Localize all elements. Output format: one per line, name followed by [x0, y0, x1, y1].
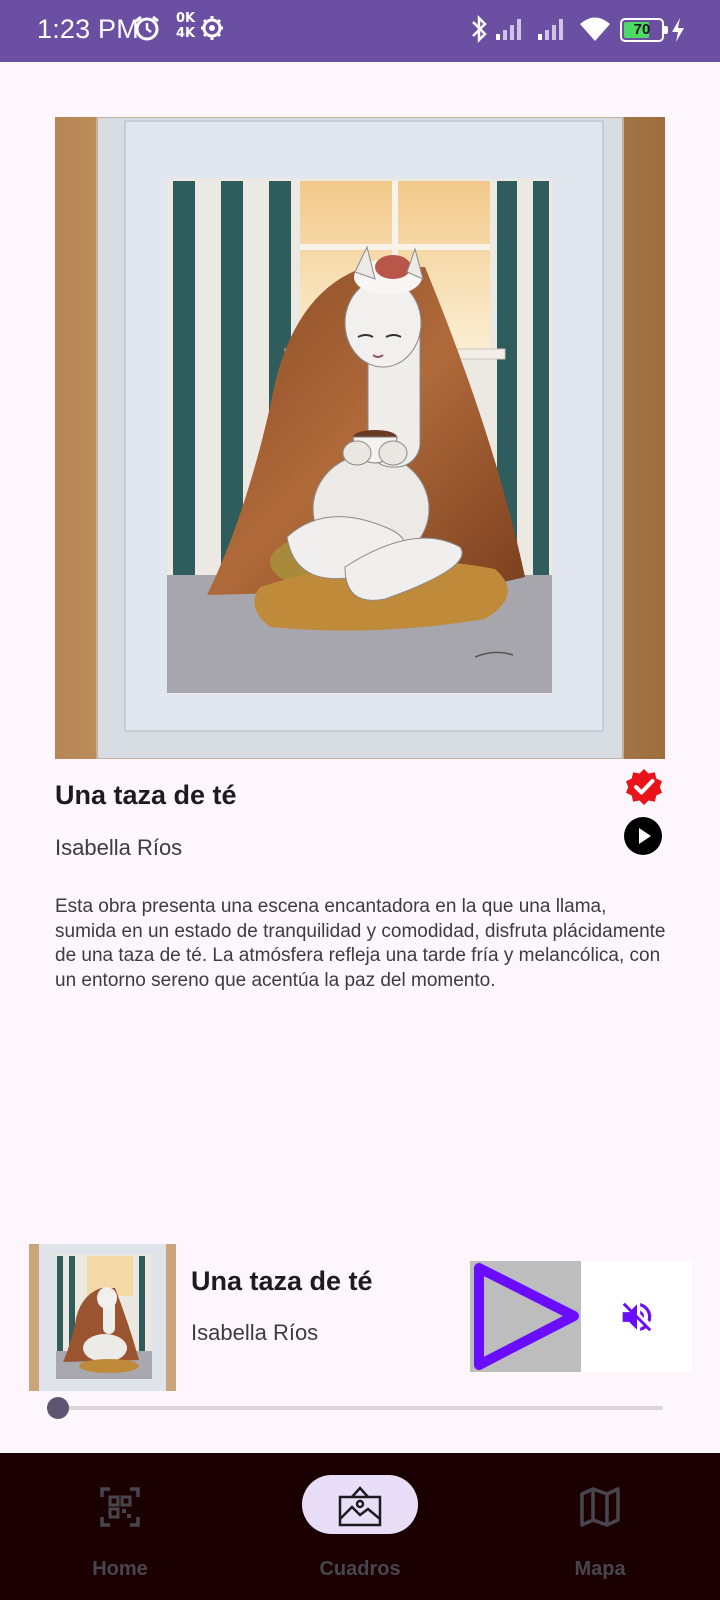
player-artist: Isabella Ríos	[191, 1320, 319, 1345]
bottom-navigation: Home Cuadros Mapa	[0, 1453, 720, 1600]
artwork-image	[55, 117, 665, 759]
nav-label-home: Home	[92, 1558, 148, 1580]
play-icon	[639, 828, 651, 844]
nav-label-cuadros: Cuadros	[319, 1558, 401, 1580]
player-play-button[interactable]	[470, 1261, 581, 1372]
picture-icon	[338, 1486, 382, 1527]
mini-player-thumbnail	[29, 1244, 176, 1391]
speed-line-1: 0K	[176, 11, 196, 26]
signal-icon	[538, 19, 563, 40]
nav-item-mapa[interactable]: Mapa	[480, 1453, 720, 1600]
alarm-icon	[135, 15, 159, 41]
settings-icon	[201, 16, 223, 40]
status-time: 1:23 PM	[37, 14, 139, 44]
battery-icon: 70	[620, 18, 668, 42]
speed-line-2: 4K	[176, 26, 196, 41]
player-title: Una taza de té	[191, 1266, 373, 1296]
nav-item-cuadros[interactable]: Cuadros	[240, 1453, 480, 1600]
wifi-icon	[580, 17, 610, 41]
play-audio-button[interactable]	[624, 817, 662, 855]
status-bar: 1:23 PM 0K 4K 70	[0, 0, 720, 62]
signal-icon	[496, 19, 521, 40]
qr-scan-icon	[100, 1487, 140, 1527]
artwork-artist: Isabella Ríos	[55, 835, 183, 860]
battery-level: 70	[633, 21, 651, 38]
network-speed: 0K 4K	[176, 11, 198, 47]
artwork-title: Una taza de té	[55, 780, 237, 810]
battery-cap	[664, 26, 668, 34]
nav-label-mapa: Mapa	[574, 1558, 626, 1580]
verified-badge-icon	[626, 769, 662, 805]
charging-icon	[672, 18, 684, 42]
play-icon	[474, 1263, 579, 1370]
map-icon	[580, 1487, 620, 1527]
player-progress-track[interactable]	[48, 1406, 663, 1410]
volume-off-icon	[622, 1302, 652, 1332]
artwork-description: Esta obra presenta una escena encantador…	[55, 896, 666, 991]
mute-button[interactable]	[581, 1261, 692, 1372]
bluetooth-icon	[472, 14, 487, 44]
nav-item-home[interactable]: Home	[0, 1453, 240, 1600]
player-progress-thumb[interactable]	[47, 1397, 69, 1419]
